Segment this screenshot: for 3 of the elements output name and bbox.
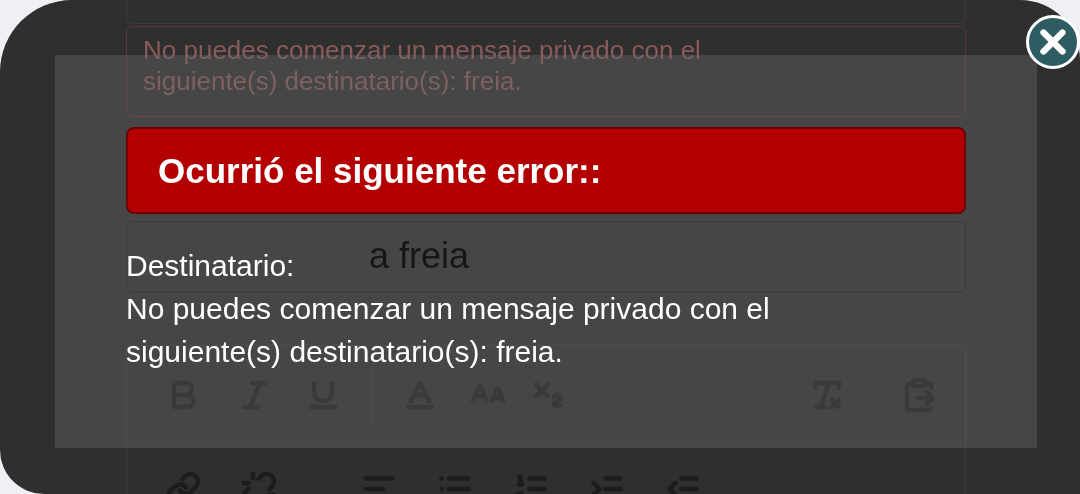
field-label: Destinatario: <box>126 248 295 284</box>
dialog-title: Ocurrió el siguiente error:: <box>158 149 602 192</box>
error-message: No puedes comenzar un mensaje privado con el siguiente(s) destinatario(s): freia. <box>126 291 771 370</box>
